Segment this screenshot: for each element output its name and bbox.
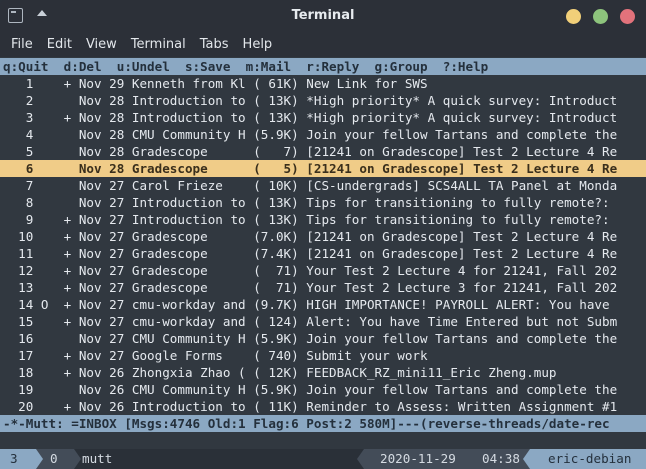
tmux-current-command: mutt xyxy=(82,451,113,466)
message-row[interactable]: 5 Nov 28 Gradescope ( 7) [21241 on Grade… xyxy=(0,143,646,160)
menu-edit[interactable]: Edit xyxy=(40,33,79,57)
message-row[interactable]: 7 Nov 27 Carol Frieze ( 10K) [CS-undergr… xyxy=(0,177,646,194)
segment-arrow-icon xyxy=(36,449,43,469)
message-row[interactable]: 15 + Nov 27 cmu-workday and ( 124) Alert… xyxy=(0,313,646,330)
minimize-button[interactable] xyxy=(566,9,581,24)
tmux-time: 04:38 xyxy=(468,449,530,469)
message-row[interactable]: 13 + Nov 27 Gradescope ( 71) Your Test 2… xyxy=(0,279,646,296)
message-row[interactable]: 8 Nov 27 Introduction to ( 13K) Tips for… xyxy=(0,194,646,211)
menu-view[interactable]: View xyxy=(79,33,124,57)
message-row[interactable]: 1 + Nov 29 Kenneth from Kl ( 61K) New Li… xyxy=(0,75,646,92)
terminal-window: Terminal File Edit View Terminal Tabs He… xyxy=(0,0,646,469)
message-row[interactable]: 12 + Nov 27 Gradescope ( 71) Your Test 2… xyxy=(0,262,646,279)
maximize-button[interactable] xyxy=(593,9,608,24)
message-row[interactable]: 20 + Nov 26 Introduction to ( 11K) Remin… xyxy=(0,398,646,415)
message-row[interactable]: 16 Nov 27 CMU Community H (5.9K) Join yo… xyxy=(0,330,646,347)
message-row-selected[interactable]: 6 Nov 28 Gradescope ( 5) [21241 on Grade… xyxy=(0,160,646,177)
message-row[interactable]: 10 + Nov 27 Gradescope (7.0K) [21241 on … xyxy=(0,228,646,245)
menu-bar: File Edit View Terminal Tabs Help xyxy=(0,33,646,57)
terminal-content[interactable]: q:Quit d:Del u:Undel s:Save m:Mail r:Rep… xyxy=(0,57,646,469)
mutt-help-bar: q:Quit d:Del u:Undel s:Save m:Mail r:Rep… xyxy=(0,58,646,75)
tmux-status-line: 3 0 mutt 2020-11-29 04:38 eric-debian xyxy=(0,449,646,469)
menu-tabs[interactable]: Tabs xyxy=(193,33,236,57)
tmux-date: 2020-11-29 xyxy=(364,449,468,469)
message-row[interactable]: 17 + Nov 27 Google Forms ( 740) Submit y… xyxy=(0,347,646,364)
title-bar: Terminal xyxy=(0,0,646,33)
message-row[interactable]: 11 + Nov 27 Gradescope (7.4K) [21241 on … xyxy=(0,245,646,262)
menu-file[interactable]: File xyxy=(4,33,40,57)
window-title: Terminal xyxy=(291,8,355,23)
message-row[interactable]: 4 Nov 28 CMU Community H (5.9K) Join you… xyxy=(0,126,646,143)
close-button[interactable] xyxy=(620,9,635,24)
mutt-status-bar: -*-Mutt: =INBOX [Msgs:4746 Old:1 Flag:6 … xyxy=(0,415,646,432)
segment-arrow-icon xyxy=(357,449,364,469)
message-row[interactable]: 18 + Nov 26 Zhongxia Zhao ( ( 12K) FEEDB… xyxy=(0,364,646,381)
menu-terminal[interactable]: Terminal xyxy=(124,33,193,57)
segment-arrow-icon xyxy=(74,449,81,469)
message-row[interactable]: 2 Nov 28 Introduction to ( 13K) *High pr… xyxy=(0,92,646,109)
message-row[interactable]: 14 O + Nov 27 cmu-workday and (9.7K) HIG… xyxy=(0,296,646,313)
tmux-hostname: eric-debian xyxy=(530,449,646,469)
tmux-window-index[interactable]: 3 xyxy=(0,449,36,469)
message-row[interactable]: 9 + Nov 27 Introduction to ( 13K) Tips f… xyxy=(0,211,646,228)
segment-arrow-icon xyxy=(523,449,530,469)
message-row[interactable]: 19 Nov 26 CMU Community H (5.9K) Join yo… xyxy=(0,381,646,398)
menu-help[interactable]: Help xyxy=(236,33,280,57)
message-row[interactable]: 3 + Nov 28 Introduction to ( 13K) *High … xyxy=(0,109,646,126)
